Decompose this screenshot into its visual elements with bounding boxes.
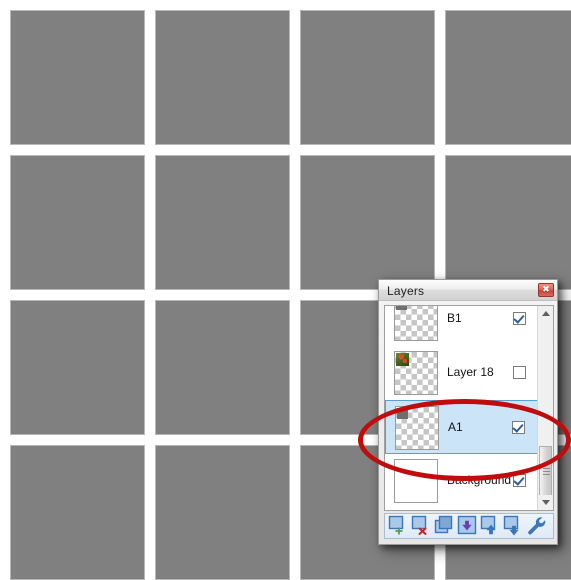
layer-delete-icon	[411, 515, 427, 535]
thumbnail-content-swatch	[397, 408, 408, 419]
layer-name-label: B1	[447, 311, 462, 325]
page-title: Layers	[387, 284, 425, 298]
merge-layer-down-button[interactable]	[457, 515, 480, 537]
scroll-down-button[interactable]	[538, 495, 553, 510]
layer-list[interactable]: B1 Layer 18 A1 Background	[384, 305, 554, 511]
add-layer-button[interactable]	[388, 515, 411, 537]
canvas-grid-cell	[10, 300, 145, 435]
layer-visibility-checkbox[interactable]	[512, 421, 525, 434]
layer-visibility-checkbox[interactable]	[513, 474, 526, 487]
layer-row[interactable]: Background	[385, 454, 538, 508]
layer-name-label: Background	[447, 473, 512, 487]
canvas-grid-cell	[300, 10, 435, 145]
canvas-grid-cell	[10, 155, 145, 290]
thumbnail-content-swatch	[396, 306, 407, 310]
layer-copy-icon	[434, 515, 453, 534]
layer-row[interactable]: Layer 18	[385, 346, 538, 400]
delete-layer-button[interactable]	[411, 515, 434, 537]
layer-up-icon	[480, 515, 496, 535]
layer-plus-icon	[388, 515, 404, 535]
scrollbar-thumb[interactable]	[539, 446, 552, 498]
layer-thumbnail	[395, 406, 439, 450]
panel-titlebar[interactable]: Layers ✖	[379, 280, 557, 301]
layer-list-scroller: B1 Layer 18 A1 Background	[385, 306, 538, 508]
thumbnail-image-icon	[396, 353, 409, 366]
layer-list-scrollbar[interactable]	[537, 306, 553, 510]
canvas-grid-cell	[155, 300, 290, 435]
layer-visibility-checkbox[interactable]	[513, 366, 526, 379]
canvas-grid-cell	[300, 155, 435, 290]
layers-panel[interactable]: Layers ✖ B1 Layer 18 A1 Background	[378, 279, 558, 545]
canvas-grid-cell	[155, 10, 290, 145]
layer-thumbnail	[394, 459, 438, 503]
close-button[interactable]: ✖	[538, 283, 554, 297]
scroll-up-arrow-icon	[541, 311, 550, 316]
canvas-grid-cell	[445, 155, 571, 290]
wrench-icon	[528, 517, 546, 535]
layer-merge-icon	[457, 515, 477, 535]
layer-row[interactable]: B1	[385, 306, 538, 346]
layers-toolbar[interactable]	[384, 513, 554, 539]
canvas-grid-cell	[155, 445, 290, 580]
duplicate-layer-button[interactable]	[434, 515, 457, 537]
layer-thumbnail	[394, 306, 438, 341]
layer-row[interactable]: A1	[385, 400, 538, 454]
canvas-grid-cell	[445, 10, 571, 145]
layer-down-icon	[503, 515, 519, 536]
layer-name-label: A1	[448, 420, 463, 434]
scrollbar-grip-icon	[543, 468, 550, 476]
canvas-grid-cell	[10, 445, 145, 580]
scroll-up-button[interactable]	[538, 306, 553, 321]
layer-visibility-checkbox[interactable]	[513, 312, 526, 325]
canvas-grid-cell	[10, 10, 145, 145]
layer-name-label: Layer 18	[447, 365, 494, 379]
close-icon: ✖	[542, 284, 550, 295]
move-layer-down-button[interactable]	[503, 515, 526, 537]
layer-properties-button[interactable]	[526, 515, 549, 537]
move-layer-up-button[interactable]	[480, 515, 503, 537]
canvas-grid-cell	[155, 155, 290, 290]
scroll-down-arrow-icon	[541, 500, 550, 505]
layer-thumbnail	[394, 351, 438, 395]
